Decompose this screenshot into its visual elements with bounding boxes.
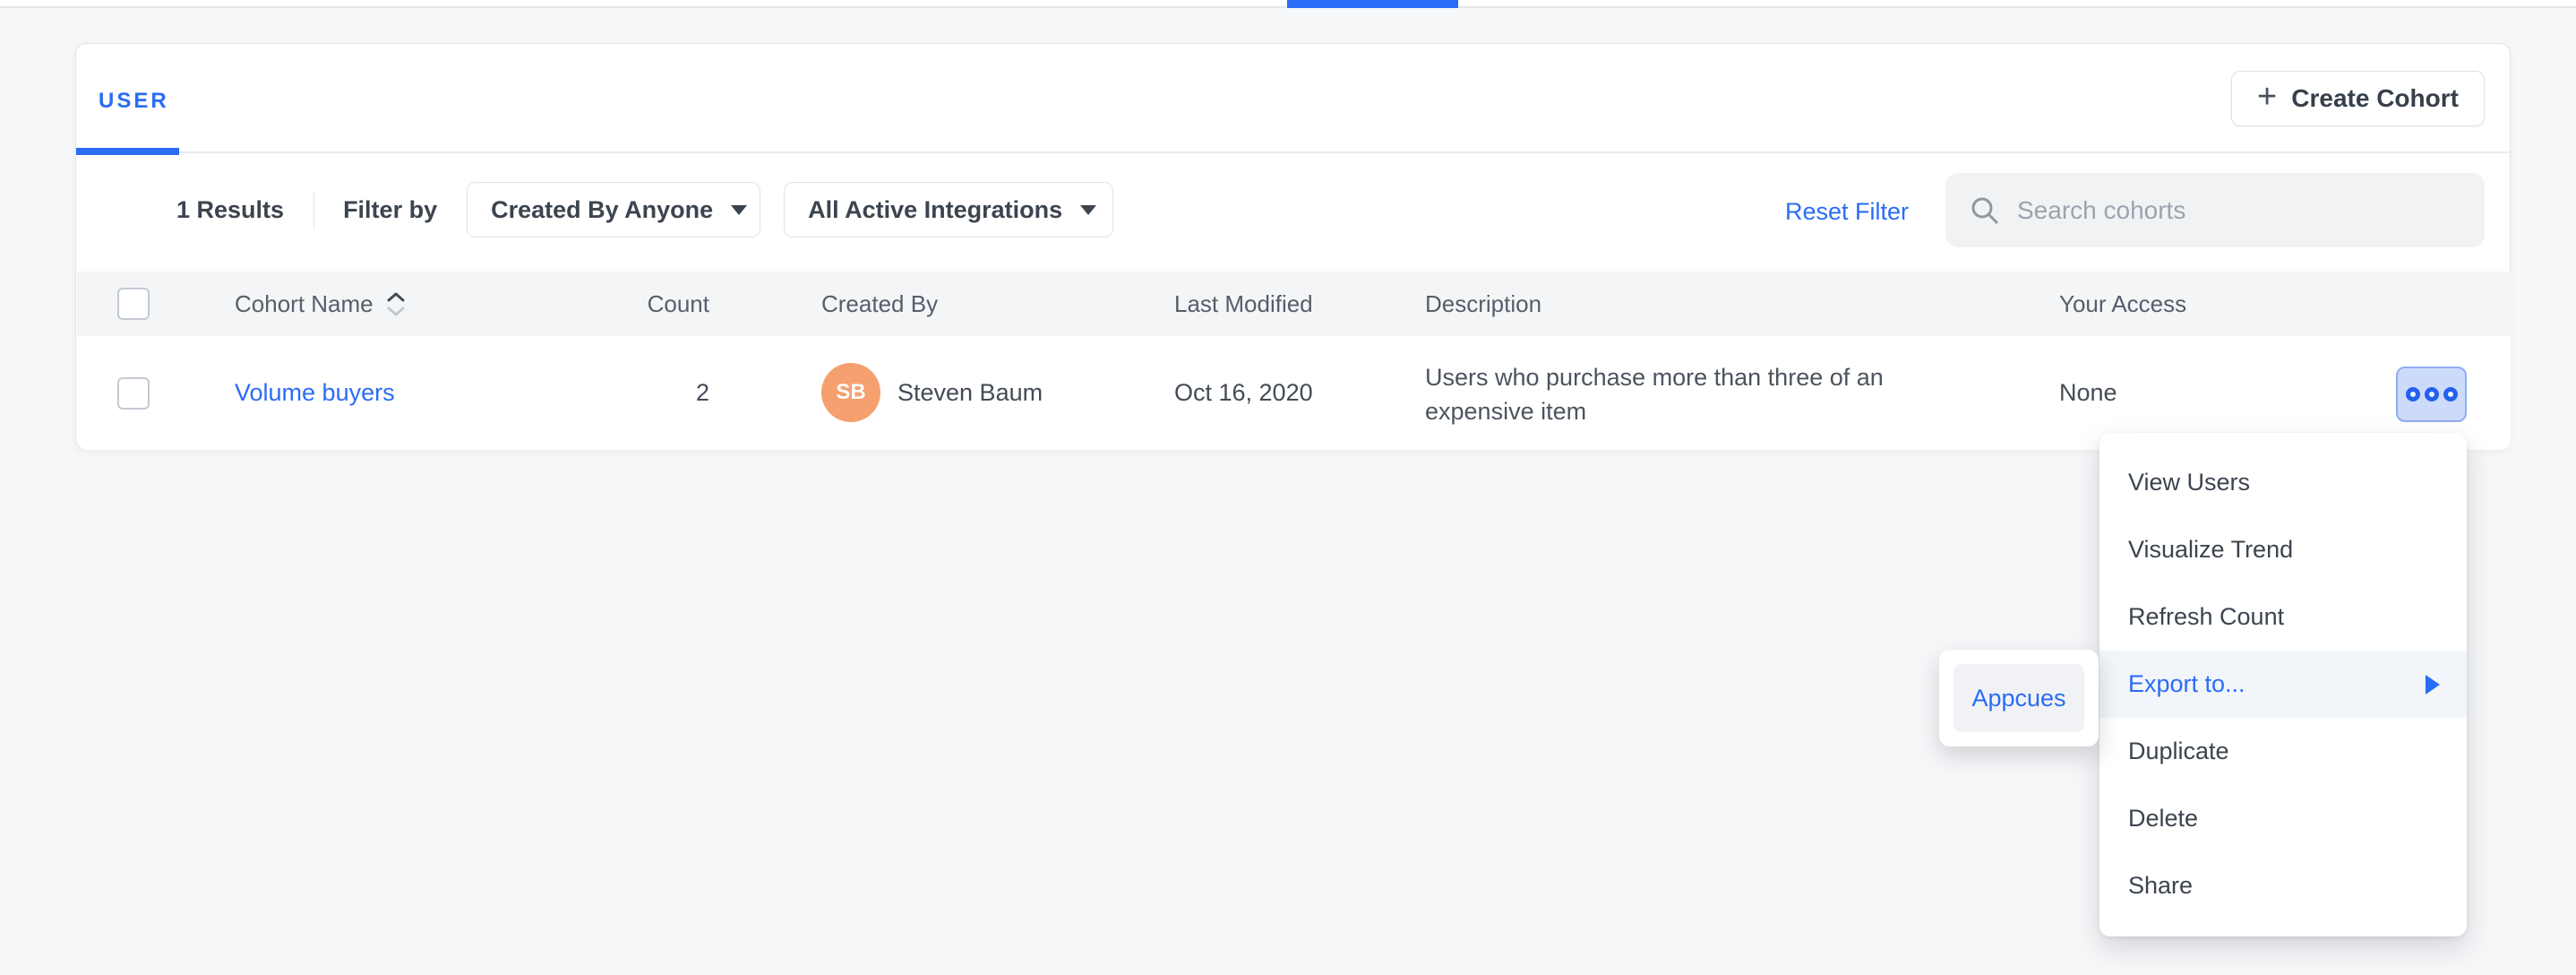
cohort-name-link[interactable]: Volume buyers [235, 379, 395, 407]
tab-strip: USER + Create Cohort [76, 44, 2510, 153]
row-checkbox[interactable] [117, 377, 150, 410]
more-dots-icon [2406, 387, 2420, 401]
header-count[interactable]: Count [579, 272, 709, 336]
header-cohort-name[interactable]: Cohort Name [235, 272, 406, 336]
menu-item-refresh-count[interactable]: Refresh Count [2099, 583, 2467, 651]
created-by-name: Steven Baum [897, 336, 1043, 450]
create-cohort-label: Create Cohort [2291, 84, 2459, 113]
header-your-access[interactable]: Your Access [2059, 272, 2186, 336]
filter-row: 1 Results Filter by Created By Anyone Al… [176, 182, 1113, 237]
cohort-description: Users who purchase more than three of an… [1425, 360, 1931, 428]
row-context-menu: View Users Visualize Trend Refresh Count… [2099, 433, 2467, 936]
menu-item-share[interactable]: Share [2099, 852, 2467, 919]
more-dots-icon [2443, 387, 2458, 401]
cohorts-card: USER + Create Cohort 1 Results Filter by… [75, 43, 2511, 450]
last-modified-date: Oct 16, 2020 [1174, 336, 1313, 450]
cohorts-page: USER + Create Cohort 1 Results Filter by… [0, 0, 2576, 975]
search-icon [1969, 194, 2001, 227]
header-last-modified[interactable]: Last Modified [1174, 272, 1313, 336]
cohort-count: 2 [579, 336, 709, 450]
row-actions-button[interactable] [2396, 367, 2467, 422]
tab-user[interactable]: USER [99, 89, 169, 114]
results-count: 1 Results [176, 196, 284, 224]
integrations-dropdown-label: All Active Integrations [808, 196, 1062, 224]
reset-filter-link[interactable]: Reset Filter [1785, 198, 1909, 226]
submenu-arrow-icon [2426, 675, 2440, 695]
more-dots-icon [2425, 387, 2439, 401]
filter-divider [313, 191, 314, 229]
header-created-by[interactable]: Created By [821, 272, 938, 336]
menu-item-visualize-trend[interactable]: Visualize Trend [2099, 516, 2467, 583]
create-cohort-button[interactable]: + Create Cohort [2231, 71, 2485, 126]
integrations-dropdown[interactable]: All Active Integrations [784, 182, 1113, 237]
avatar: SB [821, 363, 880, 422]
table-header-row: Cohort Name Count Created By Last Modifi… [77, 272, 2511, 336]
menu-item-delete[interactable]: Delete [2099, 785, 2467, 852]
export-submenu: Appcues [1939, 650, 2099, 746]
top-nav-strip [0, 0, 2576, 8]
menu-item-export-to[interactable]: Export to... [2099, 651, 2467, 718]
created-by-dropdown-label: Created By Anyone [491, 196, 713, 224]
menu-item-view-users[interactable]: View Users [2099, 449, 2467, 516]
submenu-item-appcues[interactable]: Appcues [1953, 664, 2084, 732]
select-all-checkbox[interactable] [117, 288, 150, 320]
created-by-dropdown[interactable]: Created By Anyone [467, 182, 760, 237]
menu-item-duplicate[interactable]: Duplicate [2099, 718, 2467, 785]
plus-icon: + [2257, 80, 2277, 114]
header-description[interactable]: Description [1425, 272, 1541, 336]
filter-by-label: Filter by [343, 196, 437, 224]
chevron-down-icon [1080, 205, 1096, 215]
chevron-down-icon [731, 205, 747, 215]
tab-user-underline [76, 148, 179, 155]
search-input[interactable] [2017, 196, 2447, 225]
sort-icon[interactable] [386, 291, 406, 317]
active-nav-tab-indicator [1287, 0, 1458, 8]
search-box[interactable] [1945, 173, 2485, 247]
